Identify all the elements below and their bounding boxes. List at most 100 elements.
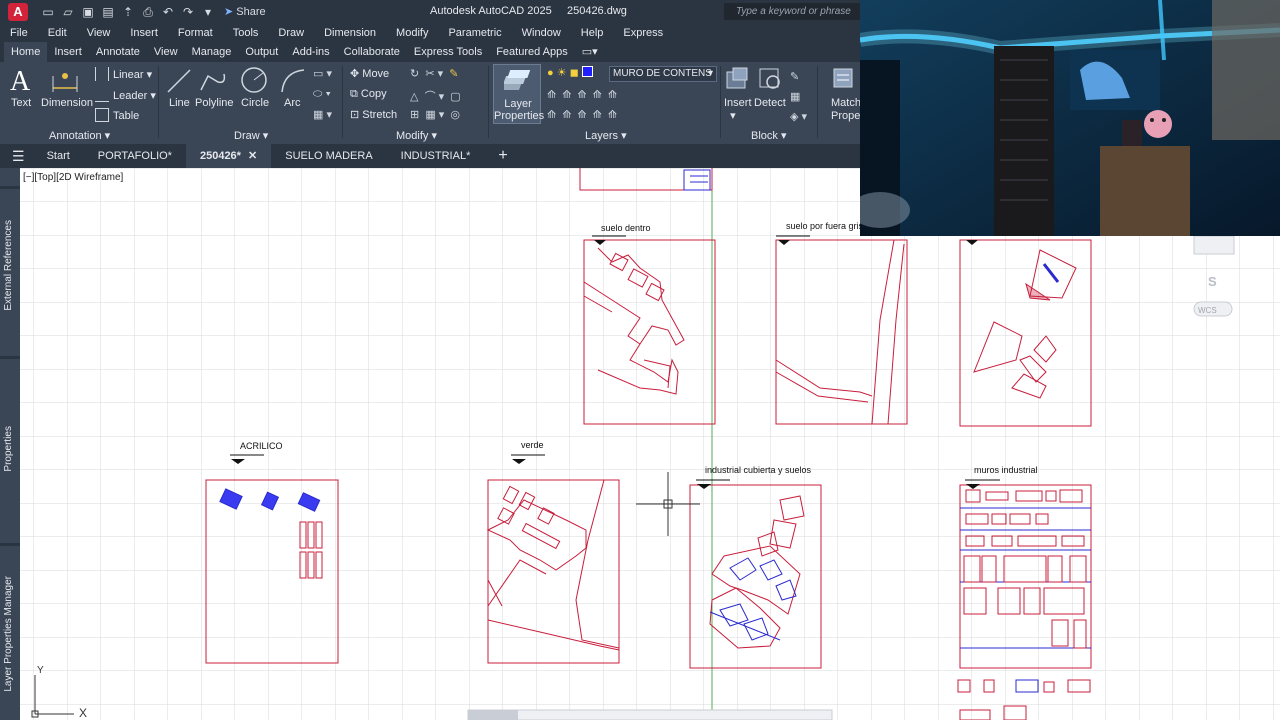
menu-edit[interactable]: Edit (38, 27, 77, 39)
ribbon: A Text Dimension Linear ▾ Leader ▾ Table… (0, 62, 876, 144)
annotation-panel-label[interactable]: Annotation ▾ (49, 129, 110, 142)
tab-output[interactable]: Output (238, 42, 285, 62)
hatch-icon[interactable]: ⬭ ▾ (313, 88, 331, 101)
mirror-icon[interactable]: △ ⌒ ▾ ▢ (410, 88, 461, 104)
plot-icon[interactable]: ⎙ (142, 6, 154, 18)
arc-button[interactable]: Arc (284, 97, 301, 109)
undo-icon[interactable]: ↶ (162, 6, 174, 18)
file-tabs-menu-icon[interactable]: ☰ (0, 148, 33, 165)
text-icon[interactable]: A (10, 66, 30, 98)
leader-button[interactable]: Leader ▾ (95, 88, 156, 102)
rotate-icon[interactable]: ↻ ✂ ▾ ✎ (410, 67, 458, 80)
menu-format[interactable]: Format (168, 27, 223, 39)
draw-panel-label[interactable]: Draw ▾ (234, 129, 268, 142)
stretch-button[interactable]: ⊡ Stretch (350, 108, 397, 121)
tab-add-ins[interactable]: Add-ins (285, 42, 336, 62)
menu-help[interactable]: Help (571, 27, 614, 39)
arc-icon[interactable] (278, 66, 308, 96)
file-tab-suelo-madera[interactable]: SUELO MADERA (271, 144, 386, 168)
menu-modify[interactable]: Modify (386, 27, 438, 39)
command-line-buttons[interactable] (468, 710, 518, 720)
web-save-icon[interactable]: ⇡ (122, 6, 134, 18)
menu-window[interactable]: Window (512, 27, 571, 39)
text-button[interactable]: Text (11, 97, 31, 109)
move-button[interactable]: ✥ Move (350, 67, 389, 80)
properties-palette-tab[interactable]: Properties (3, 426, 17, 472)
modify-panel-label[interactable]: Modify ▾ (396, 129, 437, 142)
layer-tools-row-2[interactable]: ⟰⟰⟰⟰⟰ (547, 108, 623, 121)
dimension-button[interactable]: Dimension (41, 97, 93, 109)
open-file-icon[interactable]: ▱ (62, 6, 74, 18)
ribbon-tabs: Home Insert Annotate View Manage Output … (0, 42, 860, 62)
autocad-logo-icon[interactable]: A (8, 2, 28, 21)
save-as-icon[interactable]: ▤ (102, 6, 114, 18)
boundary-icon[interactable]: ▦ ▾ (313, 108, 332, 121)
menu-draw[interactable]: Draw (268, 27, 314, 39)
erase-icon[interactable]: ✎ (449, 68, 458, 80)
wcs-label[interactable]: WCS (1198, 306, 1217, 315)
save-icon[interactable]: ▣ (82, 6, 94, 18)
close-icon[interactable]: ✕ (248, 150, 257, 162)
model-space-canvas[interactable]: suelo dentro suelo por fuera gris ACRILI… (0, 168, 1280, 720)
menu-insert[interactable]: Insert (120, 27, 168, 39)
layers-panel-label[interactable]: Layers ▾ (585, 129, 627, 142)
match-properties-icon[interactable] (831, 66, 857, 92)
tab-express-tools[interactable]: Express Tools (407, 42, 489, 62)
line-icon[interactable] (164, 66, 194, 96)
share-button[interactable]: ➤ Share (224, 5, 266, 18)
layer-state-icons[interactable]: ● ☀ ◼ (547, 66, 593, 79)
title-bar: A ▭ ▱ ▣ ▤ ⇡ ⎙ ↶ ↷ ▾ ➤ Share Autodesk Aut… (0, 0, 860, 23)
insert-button[interactable]: Insert ▾ (724, 97, 752, 122)
menu-parametric[interactable]: Parametric (438, 27, 511, 39)
polyline-button[interactable]: Polyline (195, 97, 234, 109)
tab-manage[interactable]: Manage (185, 42, 239, 62)
polyline-icon[interactable] (198, 66, 228, 96)
menu-file[interactable]: File (0, 27, 38, 39)
menu-express[interactable]: Express (613, 27, 673, 39)
viewport-controls[interactable]: [−][Top][2D Wireframe] (23, 172, 123, 183)
copy-button[interactable]: ⧉ Copy (350, 88, 387, 101)
linear-icon (95, 67, 109, 81)
block-tools[interactable]: ✎ ▦ ◈ ▾ (790, 67, 807, 127)
search-input[interactable]: Type a keyword or phrase (724, 3, 860, 20)
external-references-palette-tab[interactable]: External References (3, 220, 17, 311)
tab-view[interactable]: View (147, 42, 185, 62)
insert-block-icon[interactable] (724, 66, 750, 92)
viewcube-south-label[interactable]: S (1208, 274, 1217, 289)
new-file-icon[interactable]: ▭ (42, 6, 54, 18)
tab-featured-apps[interactable]: Featured Apps (489, 42, 575, 62)
detect-icon[interactable] (757, 66, 783, 92)
dimension-icon[interactable] (50, 68, 80, 94)
rectangle-icon[interactable]: ▭ ▾ (313, 67, 332, 80)
file-tab-active[interactable]: 250426* ✕ (185, 144, 272, 168)
line-button[interactable]: Line (169, 97, 190, 109)
command-line[interactable] (467, 709, 833, 720)
tab-collaborate[interactable]: Collaborate (337, 42, 407, 62)
current-layer-dropdown[interactable]: MURO DE CONTENS ▾ (609, 66, 717, 82)
layer-properties-button[interactable]: Layer Properties (493, 64, 544, 124)
file-tab-start[interactable]: Start (33, 144, 84, 168)
menu-view[interactable]: View (77, 27, 121, 39)
menu-dimension[interactable]: Dimension (314, 27, 386, 39)
circle-button[interactable]: Circle (241, 97, 269, 109)
ucs-x-label: X (79, 706, 87, 720)
ribbon-options-icon[interactable]: ▭▾ (575, 42, 605, 62)
layer-tools-row-1[interactable]: ⟰⟰⟰⟰⟰ (547, 88, 623, 101)
block-panel-label[interactable]: Block ▾ (751, 129, 786, 142)
layer-properties-manager-tab[interactable]: Layer Properties Manager (3, 576, 17, 692)
tab-insert[interactable]: Insert (47, 42, 89, 62)
customize-qat-icon[interactable]: ▾ (202, 6, 214, 18)
file-tab-industrial[interactable]: INDUSTRIAL* (387, 144, 485, 168)
detect-button[interactable]: Detect (754, 97, 786, 109)
menu-tools[interactable]: Tools (223, 27, 269, 39)
scale-icon[interactable]: ⊞ ▦ ▾ ◎ (410, 108, 460, 121)
tab-annotate[interactable]: Annotate (89, 42, 147, 62)
file-tab-portafolio[interactable]: PORTAFOLIO* (84, 144, 186, 168)
circle-icon[interactable] (239, 65, 269, 95)
new-tab-plus-icon[interactable]: + (484, 147, 521, 165)
redo-icon[interactable]: ↷ (182, 6, 194, 18)
share-icon: ➤ (224, 6, 234, 18)
tab-home[interactable]: Home (4, 42, 48, 62)
linear-button[interactable]: Linear ▾ (95, 67, 152, 81)
table-button[interactable]: Table (95, 108, 139, 122)
